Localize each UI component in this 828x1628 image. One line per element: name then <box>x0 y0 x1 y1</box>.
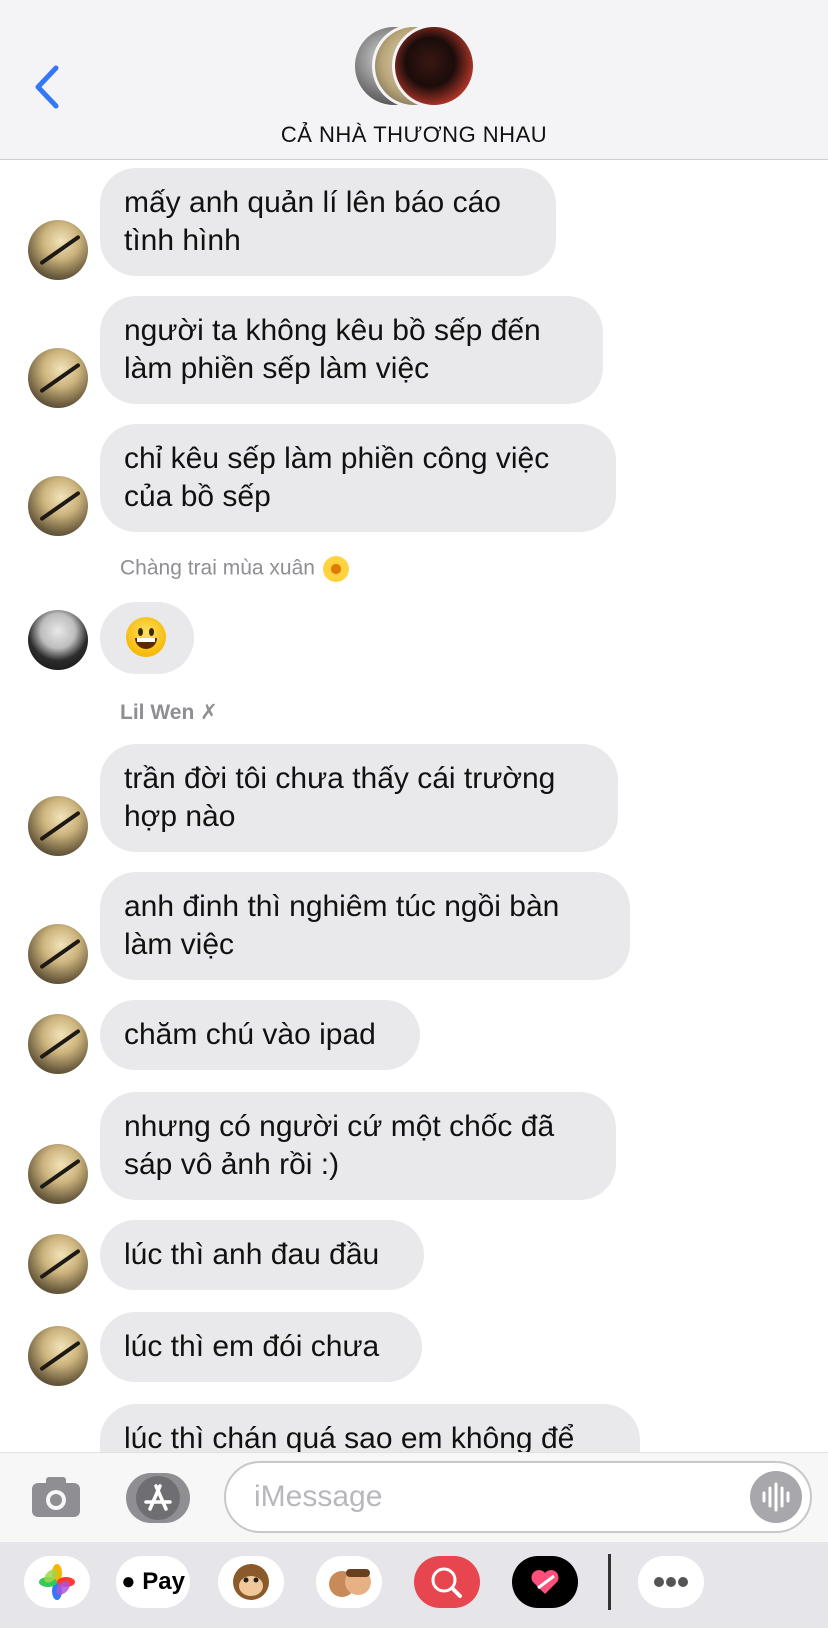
sender-avatar[interactable] <box>28 1234 88 1294</box>
app-store-icon[interactable] <box>126 1473 190 1523</box>
message-bubble[interactable]: anh đinh thì nghiêm túc ngồi bàn làm việ… <box>100 872 630 980</box>
message-bubble[interactable]: lúc thì em đói chưa <box>100 1312 422 1382</box>
message-bubble[interactable] <box>100 602 194 674</box>
message-text: anh đinh thì nghiêm túc ngồi bàn làm việ… <box>124 890 560 961</box>
message-text: chăm chú vào ipad <box>124 1018 376 1051</box>
sender-avatar[interactable] <box>28 1326 88 1386</box>
message-bubble[interactable]: trần đời tôi chưa thấy cái trường hợp nà… <box>100 744 618 852</box>
message-bubble[interactable]: nhưng có người cứ một chốc đã sáp vô ảnh… <box>100 1092 616 1200</box>
member-avatar <box>392 24 476 108</box>
message-bubble[interactable]: lúc thì chán quá sao em không để <box>100 1404 640 1452</box>
message-text: người ta không kêu bồ sếp đến làm phiền … <box>124 314 541 385</box>
sender-avatar[interactable] <box>28 610 88 670</box>
apple-pay-button[interactable]: ● Pay <box>116 1556 190 1608</box>
apple-logo-icon: ● <box>121 1568 136 1595</box>
conversation-header: CẢ NHÀ THƯƠNG NHAU <box>0 0 828 160</box>
compose-bar <box>0 1452 828 1542</box>
drawer-divider <box>608 1554 611 1610</box>
message-text: chỉ kêu sếp làm phiền công việc của bồ s… <box>124 442 550 513</box>
sender-avatar[interactable] <box>28 348 88 408</box>
sender-avatar[interactable] <box>28 476 88 536</box>
memoji-icon[interactable] <box>316 1556 382 1608</box>
group-name[interactable]: CẢ NHÀ THƯƠNG NHAU <box>0 122 828 148</box>
message-text: lúc thì anh đau đầu <box>124 1238 380 1271</box>
imessage-input[interactable] <box>224 1461 812 1533</box>
photos-app-icon[interactable] <box>24 1556 90 1608</box>
images-search-icon[interactable] <box>414 1556 480 1608</box>
grinning-face-icon <box>126 617 166 658</box>
digital-touch-icon[interactable] <box>512 1556 578 1608</box>
more-apps-icon[interactable] <box>638 1556 704 1608</box>
message-text: lúc thì chán quá sao em không để <box>124 1422 575 1452</box>
back-chevron-icon[interactable] <box>30 62 66 112</box>
message-bubble[interactable]: người ta không kêu bồ sếp đến làm phiền … <box>100 296 603 404</box>
message-bubble[interactable]: mấy anh quản lí lên báo cáo tình hình <box>100 168 556 276</box>
sender-avatar[interactable] <box>28 924 88 984</box>
message-bubble[interactable]: chăm chú vào ipad <box>100 1000 420 1070</box>
sender-name: Lil Wen ✗ <box>120 701 218 724</box>
sender-avatar[interactable] <box>28 796 88 856</box>
sunflower-icon <box>322 556 349 582</box>
animoji-monkey-icon[interactable] <box>218 1556 284 1608</box>
group-avatar-stack[interactable] <box>352 24 478 110</box>
camera-icon[interactable] <box>30 1475 82 1519</box>
message-bubble[interactable]: lúc thì anh đau đầu <box>100 1220 424 1290</box>
message-text: trần đời tôi chưa thấy cái trường hợp nà… <box>124 762 556 833</box>
sender-avatar[interactable] <box>28 1144 88 1204</box>
audio-waveform-icon[interactable] <box>750 1471 802 1523</box>
sender-name: Chàng trai mùa xuân <box>120 556 349 582</box>
sender-avatar[interactable] <box>28 1014 88 1074</box>
message-text: lúc thì em đói chưa <box>124 1330 380 1363</box>
message-text: mấy anh quản lí lên báo cáo tình hình <box>124 186 501 257</box>
app-drawer: ● Pay <box>0 1542 828 1628</box>
message-list[interactable]: mấy anh quản lí lên báo cáo tình hình ng… <box>0 160 828 1452</box>
sender-avatar[interactable] <box>28 220 88 280</box>
message-text: nhưng có người cứ một chốc đã sáp vô ảnh… <box>124 1110 555 1181</box>
message-bubble[interactable]: chỉ kêu sếp làm phiền công việc của bồ s… <box>100 424 616 532</box>
